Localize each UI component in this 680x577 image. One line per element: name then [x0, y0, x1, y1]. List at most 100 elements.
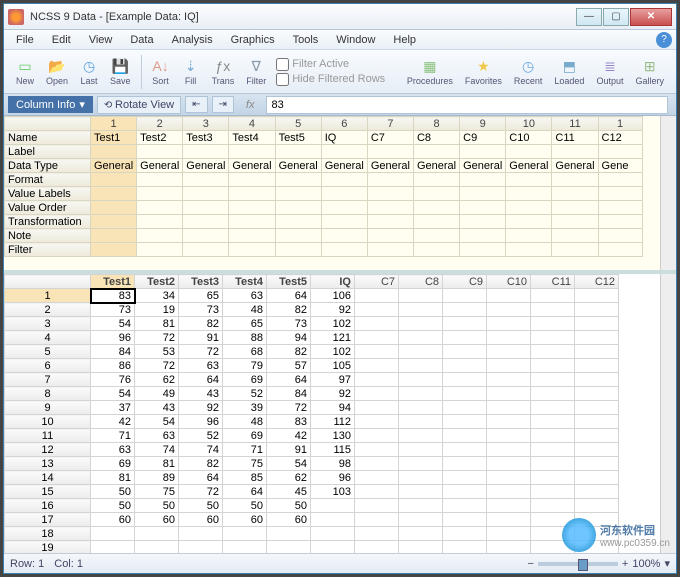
data-cell[interactable] — [355, 317, 399, 331]
close-button[interactable]: ✕ — [630, 8, 672, 26]
data-row-header[interactable]: 18 — [5, 527, 91, 541]
info-cell[interactable] — [91, 173, 137, 187]
data-cell[interactable] — [355, 485, 399, 499]
data-cell[interactable] — [443, 331, 487, 345]
data-cell[interactable]: 94 — [267, 331, 311, 345]
data-cell[interactable] — [487, 387, 531, 401]
info-row-header[interactable]: Note — [5, 229, 91, 243]
data-cell[interactable]: 94 — [311, 401, 355, 415]
data-cell[interactable]: 52 — [223, 387, 267, 401]
new-button[interactable]: ▭New — [10, 55, 40, 88]
data-cell[interactable]: 72 — [135, 359, 179, 373]
data-cell[interactable] — [443, 359, 487, 373]
data-cell[interactable] — [443, 485, 487, 499]
info-cell[interactable]: C11 — [552, 131, 598, 145]
data-cell[interactable] — [399, 373, 443, 387]
data-cell[interactable]: 92 — [311, 387, 355, 401]
info-cell[interactable]: General — [321, 159, 367, 173]
data-cell[interactable]: 88 — [223, 331, 267, 345]
info-col-header[interactable]: 1 — [91, 117, 137, 131]
data-cell[interactable] — [355, 415, 399, 429]
info-cell[interactable] — [413, 173, 459, 187]
data-cell[interactable]: 84 — [267, 387, 311, 401]
data-cell[interactable] — [399, 387, 443, 401]
data-row-header[interactable]: 3 — [5, 317, 91, 331]
info-cell[interactable] — [275, 243, 321, 257]
data-cell[interactable] — [531, 289, 575, 303]
info-cell[interactable]: Test5 — [275, 131, 321, 145]
data-cell[interactable]: 89 — [135, 471, 179, 485]
info-cell[interactable] — [91, 215, 137, 229]
data-cell[interactable] — [355, 443, 399, 457]
info-cell[interactable] — [275, 173, 321, 187]
data-cell[interactable]: 82 — [179, 317, 223, 331]
data-cell[interactable]: 64 — [267, 373, 311, 387]
data-cell[interactable] — [575, 317, 619, 331]
info-cell[interactable] — [321, 201, 367, 215]
info-cell[interactable] — [367, 173, 413, 187]
data-row-header[interactable]: 17 — [5, 513, 91, 527]
info-row-header[interactable]: Format — [5, 173, 91, 187]
data-cell[interactable] — [355, 289, 399, 303]
info-cell[interactable] — [229, 173, 275, 187]
sort-button[interactable]: A↓Sort — [146, 55, 176, 88]
data-cell[interactable]: 37 — [91, 401, 135, 415]
info-cell[interactable]: Gene — [598, 159, 642, 173]
data-row-header[interactable]: 8 — [5, 387, 91, 401]
info-cell[interactable] — [460, 215, 506, 229]
menu-view[interactable]: View — [81, 32, 121, 48]
info-cell[interactable] — [506, 215, 552, 229]
data-cell[interactable] — [355, 471, 399, 485]
data-cell[interactable] — [575, 429, 619, 443]
data-cell[interactable]: 74 — [135, 443, 179, 457]
column-info-button[interactable]: Column Info ▾ — [8, 96, 93, 113]
data-row-header[interactable]: 19 — [5, 541, 91, 554]
open-button[interactable]: 📂Open — [40, 55, 74, 88]
info-cell[interactable] — [367, 229, 413, 243]
filter-active-checkbox[interactable]: Filter Active — [276, 58, 385, 71]
info-cell[interactable]: C8 — [413, 131, 459, 145]
data-cell[interactable] — [399, 485, 443, 499]
info-cell[interactable] — [460, 173, 506, 187]
data-cell[interactable] — [443, 471, 487, 485]
data-cell[interactable] — [487, 527, 531, 541]
info-cell[interactable] — [506, 229, 552, 243]
data-cell[interactable]: 63 — [135, 429, 179, 443]
data-cell[interactable] — [443, 443, 487, 457]
data-cell[interactable]: 72 — [267, 401, 311, 415]
data-cell[interactable] — [135, 527, 179, 541]
info-row-header[interactable]: Value Order — [5, 201, 91, 215]
data-row-header[interactable]: 11 — [5, 429, 91, 443]
data-cell[interactable] — [575, 541, 619, 554]
menu-analysis[interactable]: Analysis — [164, 32, 221, 48]
data-cell[interactable] — [487, 317, 531, 331]
info-cell[interactable] — [137, 229, 183, 243]
info-cell[interactable] — [598, 145, 642, 159]
data-row-header[interactable]: 10 — [5, 415, 91, 429]
data-cell[interactable] — [443, 303, 487, 317]
data-row-header[interactable]: 7 — [5, 373, 91, 387]
data-cell[interactable] — [443, 373, 487, 387]
data-row-header[interactable]: 12 — [5, 443, 91, 457]
data-cell[interactable] — [399, 303, 443, 317]
data-cell[interactable]: 54 — [91, 317, 135, 331]
data-cell[interactable]: 82 — [179, 457, 223, 471]
data-cell[interactable]: 57 — [267, 359, 311, 373]
info-cell[interactable]: Test2 — [137, 131, 183, 145]
info-col-header[interactable]: 9 — [460, 117, 506, 131]
data-cell[interactable]: 112 — [311, 415, 355, 429]
info-cell[interactable] — [460, 201, 506, 215]
info-cell[interactable] — [321, 187, 367, 201]
info-cell[interactable]: C7 — [367, 131, 413, 145]
data-row-header[interactable]: 6 — [5, 359, 91, 373]
data-cell[interactable] — [399, 331, 443, 345]
info-cell[interactable]: General — [460, 159, 506, 173]
data-cell[interactable]: 50 — [223, 499, 267, 513]
info-cell[interactable] — [137, 187, 183, 201]
info-col-header[interactable]: 7 — [367, 117, 413, 131]
data-cell[interactable]: 62 — [135, 373, 179, 387]
data-cell[interactable]: 92 — [179, 401, 223, 415]
info-cell[interactable] — [183, 201, 229, 215]
data-cell[interactable] — [443, 289, 487, 303]
recent-button[interactable]: ◷Recent — [508, 55, 549, 88]
